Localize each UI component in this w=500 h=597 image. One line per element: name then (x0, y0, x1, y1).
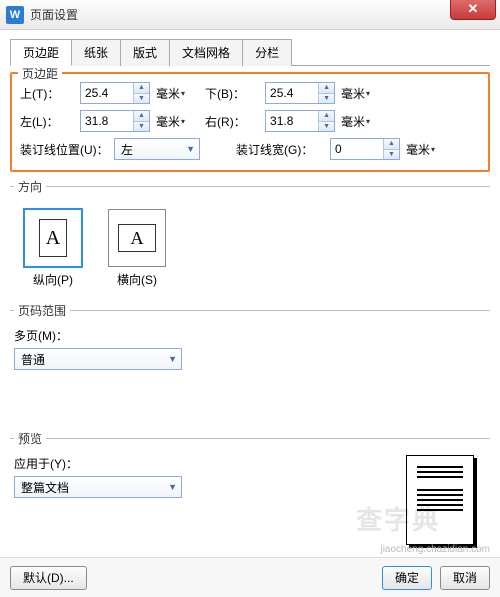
chevron-down-icon: ▾ (366, 117, 370, 126)
ok-button[interactable]: 确定 (382, 566, 432, 590)
margins-legend: 页边距 (18, 65, 62, 82)
chevron-down-icon: ▾ (181, 117, 185, 126)
left-up[interactable]: ▲ (134, 111, 149, 122)
bottom-down[interactable]: ▼ (319, 94, 334, 104)
top-up[interactable]: ▲ (134, 83, 149, 94)
top-unit[interactable]: 毫米▾ (156, 85, 185, 102)
app-icon: W (6, 6, 24, 24)
orientation-group: 方向 A 纵向(P) A 横向(S) (10, 178, 490, 296)
tab-grid[interactable]: 文档网格 (169, 39, 243, 66)
applyto-value: 整篇文档 (21, 479, 69, 496)
default-button[interactable]: 默认(D)... (10, 566, 87, 590)
tab-layout[interactable]: 版式 (120, 39, 170, 66)
chevron-down-icon: ▾ (366, 89, 370, 98)
right-unit[interactable]: 毫米▾ (341, 113, 370, 130)
bottom-spinner[interactable]: ▲▼ (265, 82, 335, 104)
tab-strip: 页边距 纸张 版式 文档网格 分栏 (10, 38, 490, 66)
preview-page-icon (406, 455, 474, 545)
cancel-button[interactable]: 取消 (440, 566, 490, 590)
gutter-width-spinner[interactable]: ▲▼ (330, 138, 400, 160)
gutter-down[interactable]: ▼ (384, 150, 399, 160)
bottom-unit[interactable]: 毫米▾ (341, 85, 370, 102)
preview-legend: 预览 (14, 430, 46, 447)
chevron-down-icon: ▼ (186, 144, 195, 154)
portrait-label: 纵向(P) (24, 271, 82, 288)
dialog-body: 页边距 纸张 版式 文档网格 分栏 页边距 上(T)： ▲▼ 毫米▾ 下(B)：… (0, 30, 500, 563)
chevron-down-icon: ▼ (168, 354, 177, 364)
multipage-value: 普通 (21, 351, 45, 368)
portrait-icon: A (24, 209, 82, 267)
left-label: 左(L)： (20, 113, 76, 130)
right-up[interactable]: ▲ (319, 111, 334, 122)
right-input[interactable] (266, 111, 318, 131)
preview-group: 预览 应用于(Y)： 整篇文档 ▼ (10, 430, 490, 553)
top-input[interactable] (81, 83, 133, 103)
applyto-combo[interactable]: 整篇文档 ▼ (14, 476, 182, 498)
right-spinner[interactable]: ▲▼ (265, 110, 335, 132)
landscape-label: 横向(S) (108, 271, 166, 288)
top-spinner[interactable]: ▲▼ (80, 82, 150, 104)
close-button[interactable]: ✕ (450, 0, 496, 20)
orientation-portrait[interactable]: A 纵向(P) (24, 209, 82, 288)
left-down[interactable]: ▼ (134, 122, 149, 132)
button-bar: 默认(D)... 确定 取消 (0, 557, 500, 597)
title-bar: W 页面设置 ✕ (0, 0, 500, 30)
window-title: 页面设置 (30, 6, 78, 23)
orientation-legend: 方向 (14, 178, 46, 195)
gutter-pos-label: 装订线位置(U)： (20, 141, 110, 158)
gutter-pos-value: 左 (121, 141, 133, 158)
tab-margins[interactable]: 页边距 (10, 39, 72, 66)
left-spinner[interactable]: ▲▼ (80, 110, 150, 132)
gutter-up[interactable]: ▲ (384, 139, 399, 150)
left-input[interactable] (81, 111, 133, 131)
margins-group: 页边距 上(T)： ▲▼ 毫米▾ 下(B)： ▲▼ 毫米▾ 左(L)： ▲▼ 毫… (10, 72, 490, 172)
landscape-icon: A (108, 209, 166, 267)
chevron-down-icon: ▼ (168, 482, 177, 492)
chevron-down-icon: ▾ (181, 89, 185, 98)
multipage-label: 多页(M)： (14, 327, 68, 344)
gutter-width-input[interactable] (331, 139, 383, 159)
pagerange-legend: 页码范围 (14, 302, 70, 319)
bottom-label: 下(B)： (205, 85, 261, 102)
gutter-pos-combo[interactable]: 左 ▼ (114, 138, 200, 160)
multipage-combo[interactable]: 普通 ▼ (14, 348, 182, 370)
bottom-up[interactable]: ▲ (319, 83, 334, 94)
chevron-down-icon: ▾ (431, 145, 435, 154)
left-unit[interactable]: 毫米▾ (156, 113, 185, 130)
orientation-landscape[interactable]: A 横向(S) (108, 209, 166, 288)
top-down[interactable]: ▼ (134, 94, 149, 104)
right-label: 右(R)： (205, 113, 261, 130)
right-down[interactable]: ▼ (319, 122, 334, 132)
top-label: 上(T)： (20, 85, 76, 102)
pagerange-group: 页码范围 多页(M)： 普通 ▼ (10, 302, 490, 424)
tab-paper[interactable]: 纸张 (71, 39, 121, 66)
applyto-label: 应用于(Y)： (14, 455, 396, 472)
bottom-input[interactable] (266, 83, 318, 103)
gutter-unit[interactable]: 毫米▾ (406, 141, 435, 158)
tab-columns[interactable]: 分栏 (242, 39, 292, 66)
gutter-width-label: 装订线宽(G)： (236, 141, 326, 158)
